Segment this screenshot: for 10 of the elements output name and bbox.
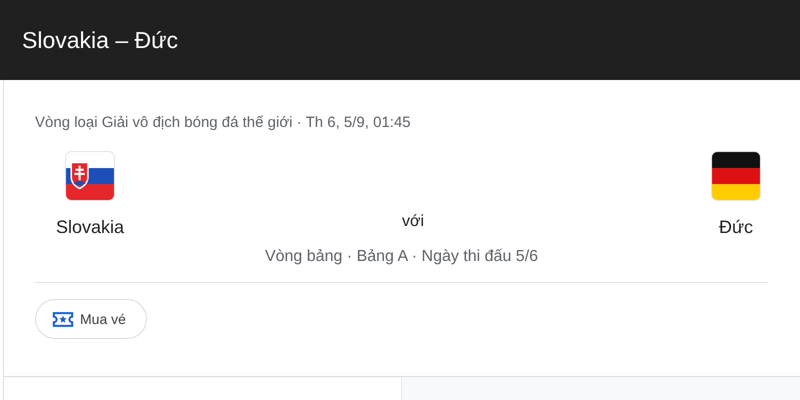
buy-ticket-button[interactable]: Mua vé bbox=[35, 299, 147, 339]
team-name: Slovakia bbox=[56, 217, 124, 238]
flag-icon bbox=[710, 151, 761, 201]
flag-icon bbox=[65, 151, 115, 201]
ticket-icon bbox=[52, 310, 74, 328]
stage-info: Vòng bảng · Bảng A · Ngày thi đấu 5/6 bbox=[264, 248, 540, 266]
match-title: Slovakia – Đức bbox=[22, 26, 178, 54]
competition-info: Vòng loại Giải vô địch bóng đá thế giới · Th 6, 5/9, 01:45 bbox=[35, 113, 412, 133]
versus-label: với bbox=[402, 213, 424, 231]
team-name: Đức bbox=[718, 217, 754, 238]
